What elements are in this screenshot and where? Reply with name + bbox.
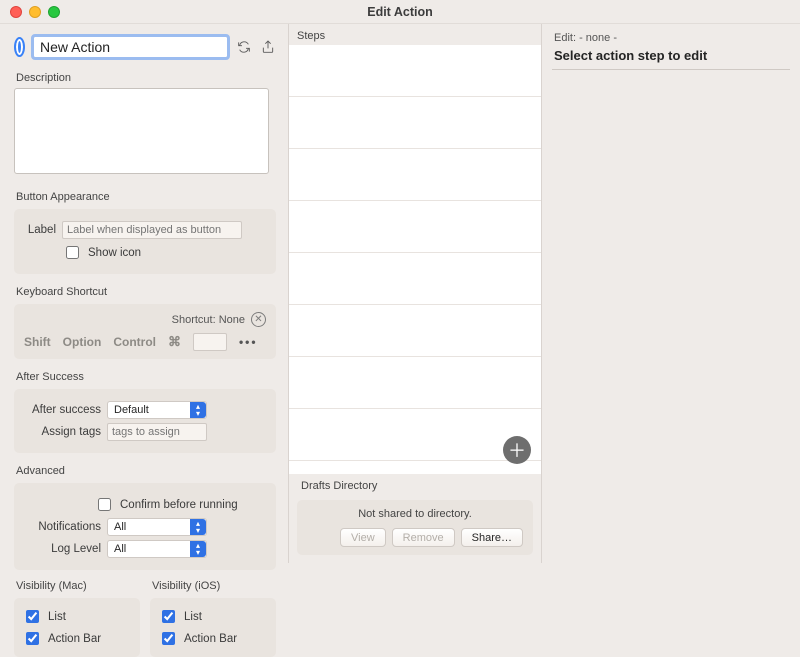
after-success-header: After Success: [14, 367, 276, 385]
control-modifier[interactable]: Control: [113, 335, 156, 349]
ios-actionbar-label: Action Bar: [184, 633, 237, 645]
notifications-value: All: [114, 521, 126, 533]
step-slot[interactable]: [289, 253, 541, 305]
button-label-label: Label: [24, 224, 56, 236]
mac-list-checkbox[interactable]: [26, 610, 39, 623]
shortcut-key-input[interactable]: [193, 333, 227, 351]
drafts-directory-status: Not shared to directory.: [307, 508, 523, 520]
ios-actionbar-checkbox[interactable]: [162, 632, 175, 645]
shift-modifier[interactable]: Shift: [24, 335, 51, 349]
description-label: Description: [14, 68, 276, 86]
loglevel-select[interactable]: All: [107, 540, 207, 558]
step-slot[interactable]: [289, 149, 541, 201]
step-slot[interactable]: [289, 305, 541, 357]
zoom-window-button[interactable]: [48, 6, 60, 18]
editor-header: Edit: - none -: [552, 30, 790, 48]
after-success-group: After success Default Assign tags: [14, 389, 276, 453]
ios-list-checkbox[interactable]: [162, 610, 175, 623]
minimize-window-button[interactable]: [29, 6, 41, 18]
mac-actionbar-label: Action Bar: [48, 633, 101, 645]
keyboard-shortcut-group: Shortcut: None ✕ Shift Option Control ⌘ …: [14, 304, 276, 359]
command-modifier-icon[interactable]: ⌘: [168, 334, 181, 350]
steps-header: Steps: [289, 24, 541, 45]
add-step-button[interactable]: ＋: [503, 436, 531, 464]
button-appearance-group: Label Show icon: [14, 209, 276, 274]
action-icon[interactable]: [14, 37, 25, 57]
shortcut-more-icon[interactable]: •••: [239, 335, 258, 349]
drafts-directory-header: Drafts Directory: [301, 480, 541, 492]
keyboard-shortcut-header: Keyboard Shortcut: [14, 282, 276, 300]
button-appearance-header: Button Appearance: [14, 187, 276, 205]
close-window-button[interactable]: [10, 6, 22, 18]
editor-empty-message: Select action step to edit: [552, 48, 790, 70]
step-slot[interactable]: [289, 97, 541, 149]
assign-tags-input[interactable]: [107, 423, 207, 441]
share-icon[interactable]: [260, 38, 276, 56]
show-icon-checkbox[interactable]: [66, 246, 79, 259]
view-button[interactable]: View: [340, 528, 386, 547]
after-success-label: After success: [24, 404, 101, 416]
share-button[interactable]: Share…: [461, 528, 523, 547]
drafts-directory-group: Not shared to directory. View Remove Sha…: [297, 500, 533, 555]
confirm-before-running-checkbox[interactable]: [98, 498, 111, 511]
window-controls: [10, 6, 60, 18]
step-slot[interactable]: [289, 357, 541, 409]
mac-list-label: List: [48, 611, 66, 623]
show-icon-label: Show icon: [88, 247, 141, 259]
window-title: Edit Action: [367, 5, 433, 19]
visibility-ios-header: Visibility (iOS): [150, 576, 276, 594]
button-label-input[interactable]: [62, 221, 242, 239]
description-textarea[interactable]: [14, 88, 269, 174]
ios-list-label: List: [184, 611, 202, 623]
reset-icon[interactable]: [236, 38, 252, 56]
loglevel-value: All: [114, 543, 126, 555]
steps-list[interactable]: ＋: [289, 45, 541, 474]
step-editor-pane: Edit: - none - Select action step to edi…: [542, 24, 800, 563]
action-settings-pane: Description Button Appearance Label Show…: [0, 24, 288, 563]
advanced-header: Advanced: [14, 461, 276, 479]
clear-shortcut-icon[interactable]: ✕: [251, 312, 266, 327]
confirm-before-running-label: Confirm before running: [120, 499, 238, 511]
step-slot[interactable]: [289, 45, 541, 97]
after-success-select[interactable]: Default: [107, 401, 207, 419]
advanced-group: Confirm before running Notifications All…: [14, 483, 276, 570]
notifications-select[interactable]: All: [107, 518, 207, 536]
shortcut-current-text: Shortcut: None: [172, 314, 245, 326]
remove-button[interactable]: Remove: [392, 528, 455, 547]
mac-actionbar-checkbox[interactable]: [26, 632, 39, 645]
loglevel-label: Log Level: [24, 543, 101, 555]
action-name-input[interactable]: [33, 36, 228, 58]
assign-tags-label: Assign tags: [24, 426, 101, 438]
notifications-label: Notifications: [24, 521, 101, 533]
step-slot[interactable]: [289, 201, 541, 253]
after-success-value: Default: [114, 404, 149, 416]
window-titlebar: Edit Action: [0, 0, 800, 24]
plus-icon: ＋: [508, 437, 526, 463]
steps-pane: Steps ＋ Drafts Directory Not shared to d…: [288, 24, 542, 563]
visibility-mac-header: Visibility (Mac): [14, 576, 140, 594]
option-modifier[interactable]: Option: [63, 335, 102, 349]
